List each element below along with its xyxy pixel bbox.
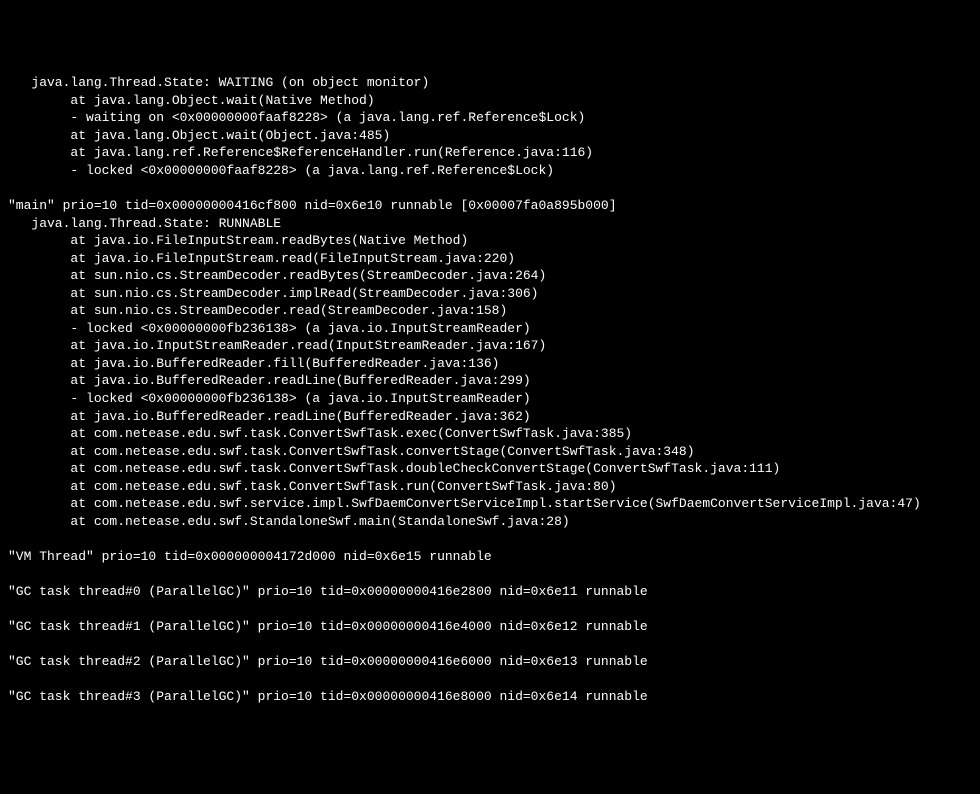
terminal-line: - locked <0x00000000fb236138> (a java.io… bbox=[8, 320, 972, 338]
terminal-line: at com.netease.edu.swf.StandaloneSwf.mai… bbox=[8, 513, 972, 531]
terminal-line: at com.netease.edu.swf.task.ConvertSwfTa… bbox=[8, 478, 972, 496]
terminal-line: at java.io.FileInputStream.readBytes(Nat… bbox=[8, 232, 972, 250]
terminal-line: at java.io.InputStreamReader.read(InputS… bbox=[8, 337, 972, 355]
terminal-line: at com.netease.edu.swf.task.ConvertSwfTa… bbox=[8, 460, 972, 478]
terminal-line bbox=[8, 530, 972, 548]
terminal-line: - locked <0x00000000faaf8228> (a java.la… bbox=[8, 162, 972, 180]
terminal-line: "GC task thread#2 (ParallelGC)" prio=10 … bbox=[8, 653, 972, 671]
terminal-line: at java.lang.Object.wait(Object.java:485… bbox=[8, 127, 972, 145]
terminal-line: at com.netease.edu.swf.service.impl.SwfD… bbox=[8, 495, 972, 513]
terminal-line: at java.lang.ref.Reference$ReferenceHand… bbox=[8, 144, 972, 162]
terminal-line: java.lang.Thread.State: RUNNABLE bbox=[8, 215, 972, 233]
terminal-line bbox=[8, 179, 972, 197]
terminal-line: at sun.nio.cs.StreamDecoder.implRead(Str… bbox=[8, 285, 972, 303]
terminal-line: at java.lang.Object.wait(Native Method) bbox=[8, 92, 972, 110]
terminal-line: "VM Thread" prio=10 tid=0x000000004172d0… bbox=[8, 548, 972, 566]
terminal-line bbox=[8, 636, 972, 654]
terminal-line: at sun.nio.cs.StreamDecoder.read(StreamD… bbox=[8, 302, 972, 320]
terminal-line: "GC task thread#3 (ParallelGC)" prio=10 … bbox=[8, 688, 972, 706]
terminal-line: - waiting on <0x00000000faaf8228> (a jav… bbox=[8, 109, 972, 127]
terminal-line: "GC task thread#1 (ParallelGC)" prio=10 … bbox=[8, 618, 972, 636]
terminal-line: at sun.nio.cs.StreamDecoder.readBytes(St… bbox=[8, 267, 972, 285]
terminal-line: at java.io.BufferedReader.readLine(Buffe… bbox=[8, 372, 972, 390]
terminal-line bbox=[8, 601, 972, 619]
terminal-line: at com.netease.edu.swf.task.ConvertSwfTa… bbox=[8, 443, 972, 461]
terminal-line bbox=[8, 671, 972, 689]
terminal-line: "GC task thread#0 (ParallelGC)" prio=10 … bbox=[8, 583, 972, 601]
terminal-line: at java.io.BufferedReader.fill(BufferedR… bbox=[8, 355, 972, 373]
terminal-line: "main" prio=10 tid=0x00000000416cf800 ni… bbox=[8, 197, 972, 215]
terminal-line: at java.io.FileInputStream.read(FileInpu… bbox=[8, 250, 972, 268]
terminal-line: at com.netease.edu.swf.task.ConvertSwfTa… bbox=[8, 425, 972, 443]
terminal-line: at java.io.BufferedReader.readLine(Buffe… bbox=[8, 408, 972, 426]
terminal-line: - locked <0x00000000fb236138> (a java.io… bbox=[8, 390, 972, 408]
terminal-line: java.lang.Thread.State: WAITING (on obje… bbox=[8, 74, 972, 92]
terminal-output: java.lang.Thread.State: WAITING (on obje… bbox=[8, 74, 972, 706]
terminal-line bbox=[8, 566, 972, 584]
